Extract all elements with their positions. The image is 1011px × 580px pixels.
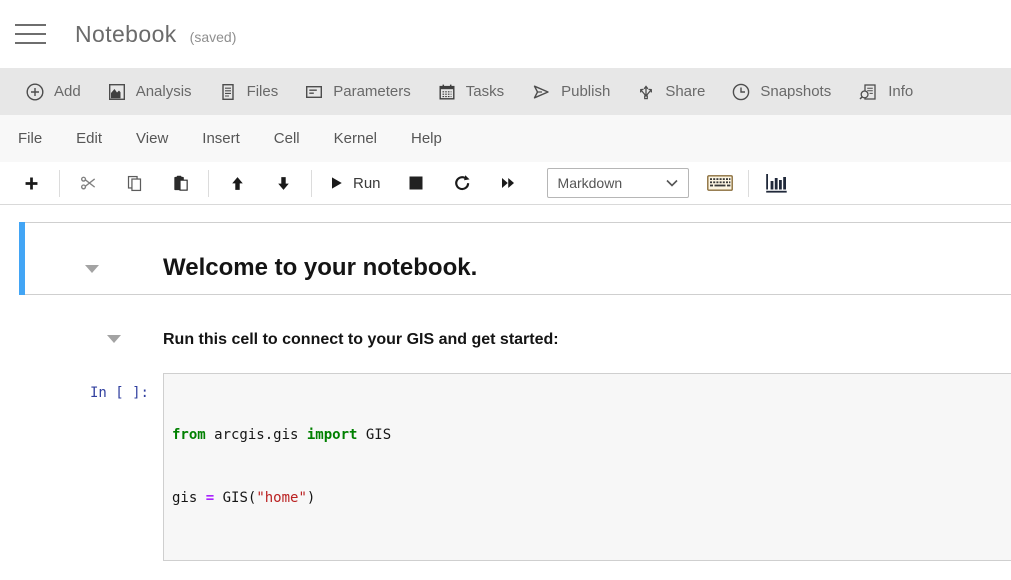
menu-help[interactable]: Help — [394, 130, 459, 147]
hamburger-menu-icon[interactable] — [15, 24, 46, 44]
arrow-down-icon — [275, 175, 292, 192]
files-button[interactable]: Files — [205, 68, 292, 115]
cell-type-value: Markdown — [558, 175, 623, 191]
publish-button[interactable]: Publish — [517, 68, 623, 115]
info-button[interactable]: Info — [844, 68, 926, 115]
command-palette-button[interactable] — [697, 167, 743, 199]
toolbar-separator — [311, 170, 312, 197]
scissors-icon — [79, 174, 98, 193]
collapse-arrow-icon[interactable] — [85, 265, 99, 273]
add-circle-icon — [25, 82, 45, 102]
toolbar-separator — [59, 170, 60, 197]
analysis-button[interactable]: Analysis — [94, 68, 205, 115]
bar-chart-icon — [765, 173, 789, 193]
toolbar-item-label: Add — [54, 83, 81, 100]
move-cell-up-button[interactable] — [214, 167, 260, 199]
toolbar-separator — [748, 170, 749, 197]
tasks-button[interactable]: Tasks — [424, 68, 517, 115]
cell-heading-1: Welcome to your notebook. — [163, 253, 477, 282]
menu-kernel[interactable]: Kernel — [317, 130, 394, 147]
code-token: GIS( — [214, 490, 256, 506]
input-prompt: In [ ]: — [19, 373, 163, 561]
menu-view[interactable]: View — [119, 130, 185, 147]
collapse-arrow-icon[interactable] — [107, 335, 121, 343]
restart-run-all-button[interactable] — [485, 167, 531, 199]
save-status: (saved) — [190, 24, 237, 45]
markdown-cell-run-instructions[interactable]: Run this cell to connect to your GIS and… — [19, 330, 1011, 349]
menu-edit[interactable]: Edit — [59, 130, 119, 147]
copy-icon — [125, 174, 144, 193]
code-token: ) — [307, 490, 315, 506]
run-cell-button[interactable]: Run — [317, 167, 393, 199]
restart-icon — [453, 174, 471, 192]
code-token: gis — [172, 490, 206, 506]
share-button[interactable]: Share — [623, 68, 718, 115]
code-token: = — [206, 490, 214, 506]
copy-cell-button[interactable] — [111, 167, 157, 199]
page-title: Notebook — [75, 21, 177, 48]
menu-insert[interactable]: Insert — [185, 130, 257, 147]
add-cell-button[interactable] — [8, 167, 54, 199]
notebook-menubar: File Edit View Insert Cell Kernel Help — [0, 115, 1011, 162]
analysis-view-button[interactable] — [754, 167, 800, 199]
publish-icon — [530, 82, 552, 102]
code-token: GIS — [357, 427, 391, 443]
toolbar-item-label: Tasks — [466, 83, 504, 100]
share-icon — [636, 82, 656, 102]
restart-kernel-button[interactable] — [439, 167, 485, 199]
code-editor[interactable]: from arcgis.gis import GIS gis = GIS("ho… — [163, 373, 1011, 561]
code-line: from arcgis.gis import GIS — [172, 425, 1004, 446]
move-cell-down-button[interactable] — [260, 167, 306, 199]
markdown-cell-welcome[interactable]: Welcome to your notebook. — [19, 222, 1011, 295]
code-token: import — [307, 427, 358, 443]
notebook-content: Welcome to your notebook. Run this cell … — [0, 205, 1011, 580]
cell-heading-2: Run this cell to connect to your GIS and… — [163, 330, 559, 349]
chevron-down-icon — [666, 179, 678, 187]
code-cell-gis-import[interactable]: In [ ]: from arcgis.gis import GIS gis =… — [19, 373, 1011, 561]
cell-type-dropdown[interactable]: Markdown — [547, 168, 689, 198]
cell-toolbar: Run Markdown — [0, 162, 1011, 205]
stop-icon — [409, 176, 423, 190]
code-token: arcgis.gis — [206, 427, 307, 443]
add-button[interactable]: Add — [12, 68, 94, 115]
toolbar-item-label: Info — [888, 83, 913, 100]
files-icon — [218, 82, 238, 102]
analysis-icon — [107, 82, 127, 102]
toolbar-item-label: Publish — [561, 83, 610, 100]
menu-cell[interactable]: Cell — [257, 130, 317, 147]
menu-file[interactable]: File — [18, 130, 59, 147]
code-line: gis = GIS("home") — [172, 488, 1004, 509]
parameters-icon — [304, 82, 324, 102]
run-label: Run — [353, 175, 381, 192]
code-token: from — [172, 427, 206, 443]
keyboard-icon — [707, 175, 733, 191]
toolbar-separator — [208, 170, 209, 197]
info-icon — [857, 82, 879, 102]
code-token: "home" — [256, 490, 307, 506]
toolbar-item-label: Analysis — [136, 83, 192, 100]
toolbar-item-label: Parameters — [333, 83, 411, 100]
interrupt-kernel-button[interactable] — [393, 167, 439, 199]
run-icon — [329, 175, 344, 191]
tasks-icon — [437, 82, 457, 102]
cut-cell-button[interactable] — [65, 167, 111, 199]
fast-forward-icon — [499, 175, 517, 191]
parameters-button[interactable]: Parameters — [291, 68, 424, 115]
paste-cell-button[interactable] — [157, 167, 203, 199]
toolbar-item-label: Files — [247, 83, 279, 100]
app-toolbar: Add Analysis Files Parameters Tasks — [0, 68, 1011, 115]
snapshots-icon — [731, 82, 751, 102]
app-header: Notebook (saved) — [0, 0, 1011, 68]
snapshots-button[interactable]: Snapshots — [718, 68, 844, 115]
paste-icon — [171, 174, 190, 193]
plus-icon — [23, 175, 40, 192]
toolbar-item-label: Snapshots — [760, 83, 831, 100]
arrow-up-icon — [229, 175, 246, 192]
toolbar-item-label: Share — [665, 83, 705, 100]
